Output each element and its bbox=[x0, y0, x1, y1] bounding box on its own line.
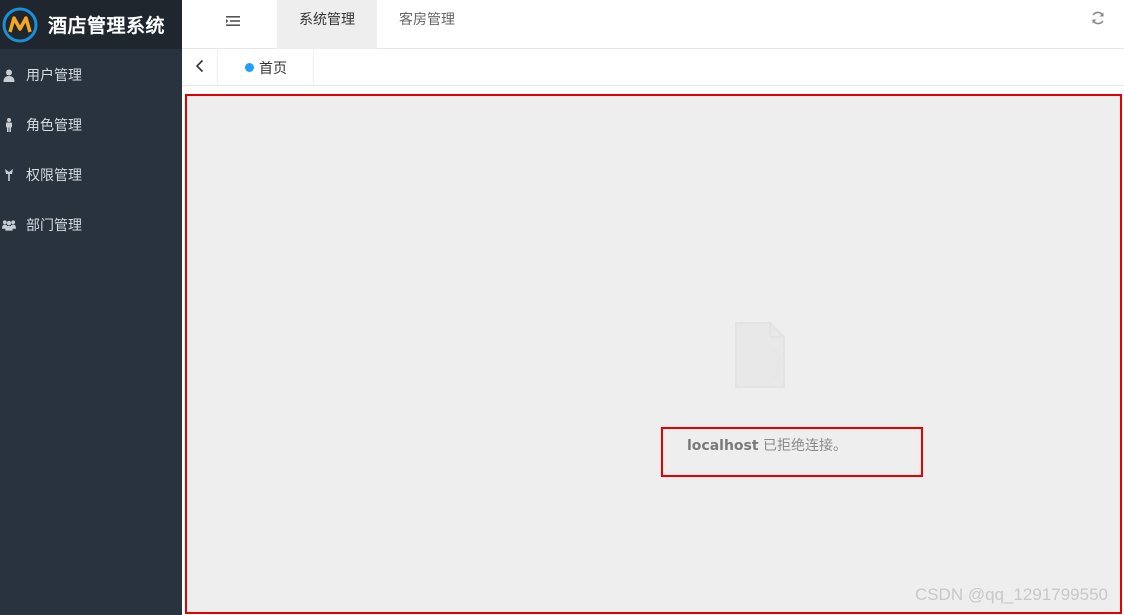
top-header: 系统管理 客房管理 bbox=[182, 0, 1124, 49]
permission-icon bbox=[2, 168, 16, 182]
tab-label: 客房管理 bbox=[399, 12, 455, 28]
app-root: 酒店管理系统 用户管理 角色管理 权限管理 部门管理 系统管理 客房管理 首页 … bbox=[0, 0, 1124, 615]
tab-system-management[interactable]: 系统管理 bbox=[277, 0, 377, 49]
sidebar-item-role-management[interactable]: 角色管理 bbox=[0, 100, 182, 150]
tab-home-label: 首页 bbox=[259, 60, 287, 77]
content-area: localhost 已拒绝连接。 bbox=[182, 87, 1124, 615]
tab-label: 系统管理 bbox=[299, 12, 355, 28]
sidebar-item-label: 权限管理 bbox=[26, 168, 82, 184]
sidebar-item-label: 部门管理 bbox=[26, 218, 82, 234]
csdn-watermark: CSDN @qq_1291799550 bbox=[914, 585, 1108, 604]
broken-page-icon bbox=[732, 319, 794, 391]
tab-home[interactable]: 首页 bbox=[219, 50, 314, 85]
sidebar-item-user-management[interactable]: 用户管理 bbox=[0, 50, 182, 100]
sidebar: 酒店管理系统 用户管理 角色管理 权限管理 部门管理 bbox=[0, 0, 182, 615]
menu-toggle-icon[interactable] bbox=[224, 12, 242, 30]
logo-area: 酒店管理系统 bbox=[0, 0, 182, 49]
group-icon bbox=[2, 218, 16, 232]
page-tabstrip: 首页 bbox=[182, 50, 1124, 86]
app-title: 酒店管理系统 bbox=[48, 15, 166, 37]
error-highlight-box bbox=[661, 427, 923, 477]
tab-room-management[interactable]: 客房管理 bbox=[377, 0, 477, 49]
tabs-back-button[interactable] bbox=[182, 50, 218, 85]
chevron-left-icon bbox=[195, 58, 205, 77]
logo-icon bbox=[2, 7, 38, 43]
person-icon bbox=[2, 118, 16, 132]
sidebar-item-department-management[interactable]: 部门管理 bbox=[0, 200, 182, 250]
user-icon bbox=[2, 68, 16, 82]
sidebar-item-permission-management[interactable]: 权限管理 bbox=[0, 150, 182, 200]
active-dot-icon bbox=[245, 63, 254, 72]
refresh-icon[interactable] bbox=[1090, 10, 1106, 26]
content-iframe: localhost 已拒绝连接。 bbox=[185, 94, 1122, 614]
sidebar-item-label: 角色管理 bbox=[26, 118, 82, 134]
sidebar-menu: 用户管理 角色管理 权限管理 部门管理 bbox=[0, 50, 182, 250]
sidebar-item-label: 用户管理 bbox=[26, 68, 82, 84]
